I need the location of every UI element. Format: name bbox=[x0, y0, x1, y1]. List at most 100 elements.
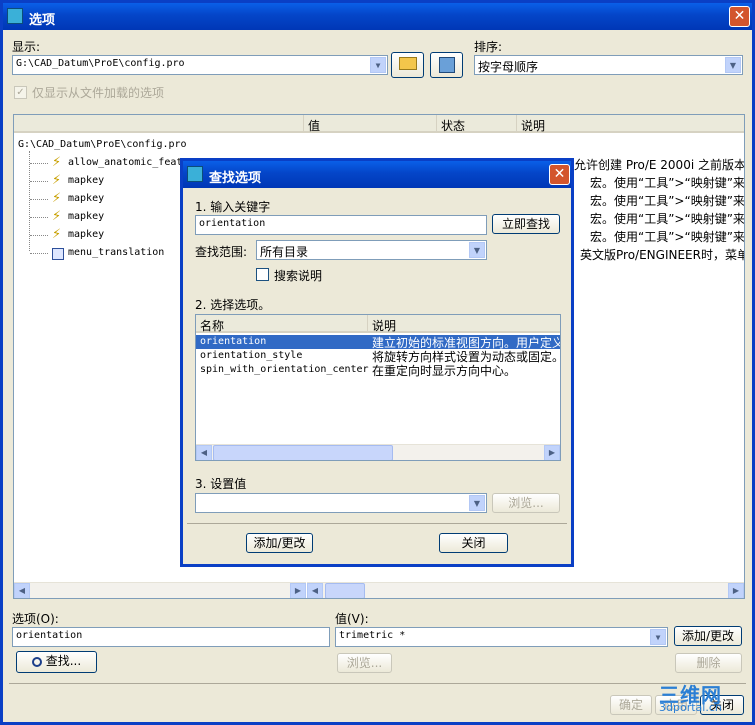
keyword-input-value: orientation bbox=[199, 218, 266, 229]
option-input[interactable]: orientation bbox=[12, 627, 330, 647]
sort-label: 排序: bbox=[474, 40, 503, 54]
column-header-value[interactable]: 值 bbox=[304, 115, 437, 133]
display-value: G:\CAD_Datum\ProE\config.pro bbox=[16, 58, 185, 69]
column-header-name[interactable]: 名称 bbox=[196, 315, 368, 333]
option-name: mapkey bbox=[68, 193, 105, 204]
keyword-input[interactable]: orientation bbox=[195, 215, 487, 235]
tree-connector bbox=[30, 199, 48, 200]
display-select[interactable]: G:\CAD_Datum\ProE\config.pro ▼ bbox=[12, 55, 388, 75]
scroll-right-icon[interactable]: ▶ bbox=[290, 583, 306, 598]
sort-value: 按字母顺序 bbox=[478, 60, 539, 74]
window-title: 选项 bbox=[29, 13, 56, 28]
folder-icon bbox=[398, 57, 417, 70]
find-button-label: 查找... bbox=[45, 654, 82, 668]
chevron-down-icon[interactable]: ▼ bbox=[650, 629, 666, 645]
browse-button[interactable]: 浏览... bbox=[337, 653, 392, 673]
option-name: mapkey bbox=[68, 175, 105, 186]
add-change-button[interactable]: 添加/更改 bbox=[246, 533, 313, 553]
sort-select[interactable]: 按字母顺序 ▼ bbox=[474, 55, 743, 75]
add-change-button[interactable]: 添加/更改 bbox=[674, 626, 742, 646]
option-desc: 宏。使用“工具”>“映射键”来创 bbox=[590, 212, 745, 226]
value-label: 值(V): bbox=[335, 612, 369, 626]
column-header-description[interactable]: 说明 bbox=[368, 315, 560, 333]
close-icon[interactable]: ✕ bbox=[729, 6, 750, 27]
column-header-name[interactable] bbox=[14, 115, 304, 133]
chevron-down-icon[interactable]: ▼ bbox=[469, 242, 485, 258]
option-desc: 英文版Pro/ENGINEER时，菜单显 bbox=[580, 248, 745, 262]
scope-value: 所有目录 bbox=[260, 245, 309, 259]
chevron-down-icon[interactable]: ▼ bbox=[725, 57, 741, 73]
ok-button[interactable]: 确定 bbox=[610, 695, 652, 715]
tree-connector bbox=[30, 181, 48, 182]
result-name: spin_with_orientation_center bbox=[200, 364, 369, 375]
save-icon bbox=[438, 57, 455, 73]
tree-connector bbox=[30, 253, 48, 254]
search-desc-checkbox[interactable] bbox=[256, 268, 269, 281]
list-item[interactable]: spin_with_orientation_center 在重定向时显示方向中心… bbox=[196, 363, 560, 378]
delete-button[interactable]: 删除 bbox=[675, 653, 742, 673]
list-item[interactable]: orientation 建立初始的标准视图方向。用户定义 bbox=[196, 335, 560, 350]
scope-label: 查找范围: bbox=[195, 245, 248, 259]
tree-connector bbox=[30, 217, 48, 218]
app-icon bbox=[7, 8, 23, 24]
chevron-down-icon[interactable]: ▼ bbox=[469, 495, 485, 511]
separator bbox=[9, 683, 746, 684]
step1-label: 1. 输入关键字 bbox=[195, 200, 271, 214]
scroll-thumb[interactable] bbox=[213, 445, 393, 460]
results-horizontal-scrollbar[interactable]: ◀ ▶ bbox=[196, 444, 560, 460]
left-horizontal-scrollbar[interactable]: ◀ ▶ bbox=[14, 582, 306, 598]
window-titlebar: 选项 ✕ bbox=[3, 3, 752, 30]
value-select[interactable]: trimetric * ▼ bbox=[335, 627, 668, 647]
scroll-right-icon[interactable]: ▶ bbox=[544, 445, 560, 460]
option-name: menu_translation bbox=[68, 247, 165, 258]
column-header-description[interactable]: 说明 bbox=[517, 115, 744, 133]
menu-icon bbox=[52, 248, 64, 260]
watermark-url: 3dportal.cn bbox=[659, 701, 722, 714]
option-label: 选项(O): bbox=[12, 612, 59, 626]
dialog-titlebar: 查找选项 ✕ bbox=[183, 161, 571, 188]
only-loaded-checkbox[interactable]: ✓ bbox=[14, 86, 27, 99]
lightning-icon: ⚡ bbox=[52, 173, 62, 188]
separator bbox=[187, 523, 567, 524]
result-name: orientation bbox=[200, 336, 267, 347]
lightning-icon: ⚡ bbox=[52, 209, 62, 224]
step3-label: 3. 设置值 bbox=[195, 477, 247, 491]
scroll-left-icon[interactable]: ◀ bbox=[196, 445, 212, 460]
scroll-right-icon[interactable]: ▶ bbox=[728, 583, 744, 598]
value-select[interactable]: ▼ bbox=[195, 493, 487, 513]
find-options-dialog: 查找选项 ✕ 1. 输入关键字 orientation 立即查找 查找范围: 所… bbox=[180, 158, 574, 567]
lightning-icon: ⚡ bbox=[52, 191, 62, 206]
option-name: mapkey bbox=[68, 229, 105, 240]
tree-connector bbox=[30, 163, 48, 164]
close-icon[interactable]: ✕ bbox=[549, 164, 570, 185]
browse-button[interactable]: 浏览... bbox=[492, 493, 560, 513]
display-label: 显示: bbox=[12, 40, 41, 54]
search-desc-label: 搜索说明 bbox=[274, 269, 323, 283]
only-loaded-label: 仅显示从文件加载的选项 bbox=[32, 86, 165, 100]
lightning-icon: ⚡ bbox=[52, 155, 62, 170]
scroll-left-icon[interactable]: ◀ bbox=[14, 583, 30, 598]
scroll-thumb[interactable] bbox=[325, 583, 365, 598]
save-file-button[interactable] bbox=[430, 52, 463, 78]
dialog-title: 查找选项 bbox=[209, 171, 262, 186]
value-select-value: trimetric * bbox=[339, 630, 406, 641]
option-desc: 宏。使用“工具”>“映射键”来创 bbox=[590, 230, 745, 244]
option-desc: 宏。使用“工具”>“映射键”来创 bbox=[590, 176, 745, 190]
results-list[interactable]: 名称 说明 orientation 建立初始的标准视图方向。用户定义 orien… bbox=[195, 314, 561, 461]
find-now-button[interactable]: 立即查找 bbox=[492, 214, 560, 234]
list-item[interactable]: orientation_style 将旋转方向样式设置为动态或固定。 bbox=[196, 349, 560, 364]
scope-select[interactable]: 所有目录 ▼ bbox=[256, 240, 487, 260]
open-folder-button[interactable] bbox=[391, 52, 424, 78]
find-button[interactable]: 查找... bbox=[16, 651, 97, 673]
dialog-close-button[interactable]: 关闭 bbox=[439, 533, 508, 553]
chevron-down-icon[interactable]: ▼ bbox=[370, 57, 386, 73]
search-icon bbox=[31, 656, 42, 667]
tree-root[interactable]: G:\CAD_Datum\ProE\config.pro bbox=[18, 139, 187, 150]
result-name: orientation_style bbox=[200, 350, 303, 361]
option-desc: 宏。使用“工具”>“映射键”来创 bbox=[590, 194, 745, 208]
scroll-left-icon[interactable]: ◀ bbox=[307, 583, 323, 598]
tree-connector bbox=[30, 235, 48, 236]
lightning-icon: ⚡ bbox=[52, 227, 62, 242]
column-header-status[interactable]: 状态 bbox=[437, 115, 517, 133]
right-horizontal-scrollbar[interactable]: ◀ ▶ bbox=[307, 582, 744, 598]
